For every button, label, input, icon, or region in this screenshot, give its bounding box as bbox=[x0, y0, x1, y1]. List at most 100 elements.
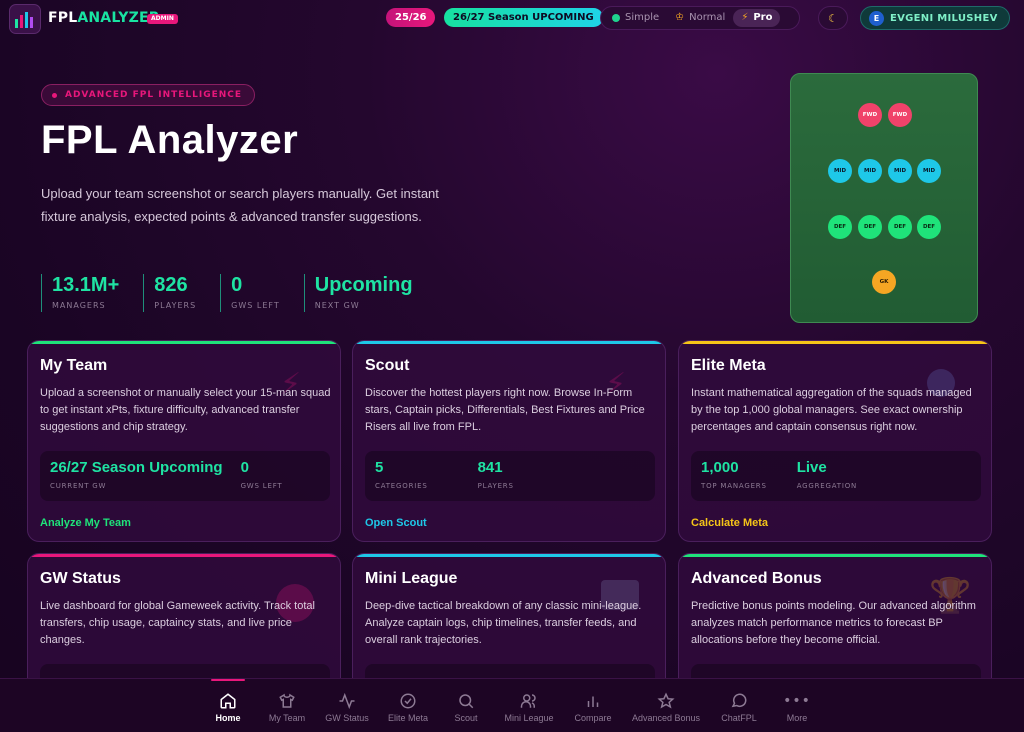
card-accent bbox=[679, 554, 991, 557]
card-description: Live dashboard for global Gameweek activ… bbox=[40, 600, 315, 646]
stat-label: GWS LEFT bbox=[231, 301, 280, 310]
hero-stats: 13.1M+ MANAGERS 826 PLAYERS 0 GWS LEFT U… bbox=[41, 274, 437, 312]
card-description: Predictive bonus points modeling. Our ad… bbox=[691, 600, 976, 646]
card-title: Advanced Bonus bbox=[691, 570, 822, 587]
stat-label: AGGREGATION bbox=[796, 482, 858, 490]
nav-scout[interactable]: Scout bbox=[438, 679, 494, 732]
admin-badge: ADMIN bbox=[147, 14, 178, 24]
stat-value: 841 bbox=[477, 459, 503, 476]
nav-label: Scout bbox=[454, 713, 478, 723]
stat-value: 0 bbox=[231, 274, 243, 296]
nav-label: Compare bbox=[574, 713, 612, 723]
nav-label: More bbox=[786, 713, 808, 723]
card-stat: 26/27 Season Upcoming CURRENT GW bbox=[50, 459, 223, 493]
stat-value: 826 bbox=[154, 274, 188, 296]
stat-value: Live bbox=[796, 459, 827, 476]
player-def[interactable]: DEF bbox=[917, 215, 941, 239]
hero-description: Upload your team screenshot or search pl… bbox=[41, 186, 439, 224]
hero-badge-label: ADVANCED FPL INTELLIGENCE bbox=[65, 90, 243, 100]
bar-chart-icon bbox=[583, 691, 603, 711]
theme-toggle-button[interactable]: ☾ bbox=[818, 6, 848, 30]
user-name: EVGENI MILUSHEV bbox=[890, 12, 998, 24]
top-bar: FPLANALYZER ADMIN 25/26 26/27 Season UPC… bbox=[0, 0, 1024, 36]
player-fwd[interactable]: FWD bbox=[888, 103, 912, 127]
card-accent bbox=[353, 341, 665, 344]
nav-compare[interactable]: Compare bbox=[564, 679, 622, 732]
card-stats: 1,000 TOP MANAGERS Live AGGREGATION bbox=[691, 451, 981, 501]
player-mid[interactable]: MID bbox=[888, 159, 912, 183]
card-accent bbox=[28, 554, 340, 557]
nav-more[interactable]: ••• More bbox=[768, 679, 826, 732]
mode-label: Pro bbox=[753, 12, 773, 23]
card-title: My Team bbox=[40, 357, 108, 374]
stat-label: NEXT GW bbox=[314, 301, 360, 310]
card-accent bbox=[679, 341, 991, 344]
card-stat: 1,000 TOP MANAGERS bbox=[701, 459, 767, 493]
stat-managers: 13.1M+ MANAGERS bbox=[41, 274, 119, 312]
active-indicator bbox=[211, 679, 245, 681]
nav-mini-league[interactable]: Mini League bbox=[494, 679, 564, 732]
card-stat: 841 PLAYERS bbox=[478, 459, 514, 493]
mode-pro[interactable]: ⚡ Pro bbox=[733, 9, 781, 27]
activity-icon bbox=[337, 691, 357, 711]
user-menu[interactable]: E EVGENI MILUSHEV bbox=[860, 6, 1010, 30]
logo-part-1: FPL bbox=[48, 10, 78, 26]
stat-players: 826 PLAYERS bbox=[143, 274, 196, 312]
nav-gw-status[interactable]: GW Status bbox=[316, 679, 378, 732]
card-stat: Live AGGREGATION bbox=[797, 459, 857, 493]
hero-badge: ADVANCED FPL INTELLIGENCE bbox=[41, 84, 256, 106]
card-stats: 5 CATEGORIES 841 PLAYERS bbox=[365, 451, 655, 501]
nav-home[interactable]: Home bbox=[198, 679, 258, 732]
mode-normal[interactable]: ♔ Normal bbox=[667, 9, 733, 27]
player-fwd[interactable]: FWD bbox=[858, 103, 882, 127]
card-description: Instant mathematical aggregation of the … bbox=[691, 387, 972, 433]
moon-icon: ☾ bbox=[828, 11, 838, 25]
logo-icon[interactable] bbox=[9, 4, 41, 34]
nav-elite-meta[interactable]: Elite Meta bbox=[378, 679, 438, 732]
page-title: FPL Analyzer bbox=[41, 118, 299, 162]
nav-chatfpl[interactable]: ChatFPL bbox=[710, 679, 768, 732]
card-description: Upload a screenshot or manually select y… bbox=[40, 387, 331, 433]
star-icon bbox=[656, 691, 676, 711]
nav-label: Elite Meta bbox=[387, 713, 429, 723]
card-elite-meta[interactable]: Elite Meta Instant mathematical aggregat… bbox=[678, 340, 992, 542]
card-title: GW Status bbox=[40, 570, 121, 587]
home-icon bbox=[218, 691, 238, 711]
app-logo-text[interactable]: FPLANALYZER bbox=[48, 10, 160, 26]
analyze-my-team-link[interactable]: Analyze My Team bbox=[40, 517, 131, 529]
player-mid[interactable]: MID bbox=[917, 159, 941, 183]
card-stat: 0 GWS LEFT bbox=[241, 459, 283, 493]
stat-value: 5 bbox=[375, 459, 384, 476]
upcoming-season-pill[interactable]: 26/27 Season UPCOMING bbox=[444, 8, 603, 27]
crown-icon: ♔ bbox=[675, 12, 685, 23]
player-mid[interactable]: MID bbox=[828, 159, 852, 183]
nav-advanced-bonus[interactable]: Advanced Bonus bbox=[622, 679, 710, 732]
player-def[interactable]: DEF bbox=[858, 215, 882, 239]
player-def[interactable]: DEF bbox=[828, 215, 852, 239]
search-icon bbox=[456, 691, 476, 711]
card-my-team[interactable]: ⚡ My Team Upload a screenshot or manuall… bbox=[27, 340, 341, 542]
stat-value: 1,000 bbox=[701, 459, 739, 476]
open-scout-link[interactable]: Open Scout bbox=[365, 517, 427, 529]
calculate-meta-link[interactable]: Calculate Meta bbox=[691, 517, 768, 529]
player-def[interactable]: DEF bbox=[888, 215, 912, 239]
player-mid[interactable]: MID bbox=[858, 159, 882, 183]
nav-label: Home bbox=[215, 713, 241, 723]
card-description: Deep-dive tactical breakdown of any clas… bbox=[365, 600, 642, 646]
stat-value: 0 bbox=[240, 459, 249, 476]
shirt-icon bbox=[277, 691, 297, 711]
card-stats: 26/27 Season Upcoming CURRENT GW 0 GWS L… bbox=[40, 451, 330, 501]
card-title: Scout bbox=[365, 357, 410, 374]
nav-label: My Team bbox=[268, 713, 306, 723]
mode-simple[interactable]: Simple bbox=[604, 9, 667, 27]
bolt-icon: ⚡ bbox=[741, 12, 749, 23]
stat-value: 13.1M+ bbox=[52, 274, 120, 296]
nav-my-team[interactable]: My Team bbox=[258, 679, 316, 732]
card-accent bbox=[353, 554, 665, 557]
stat-label: GWS LEFT bbox=[240, 482, 283, 490]
player-gk[interactable]: GK bbox=[872, 270, 896, 294]
season-pill[interactable]: 25/26 bbox=[386, 8, 436, 27]
card-scout[interactable]: ⚡ Scout Discover the hottest players rig… bbox=[352, 340, 666, 542]
stat-next-gw: Upcoming NEXT GW bbox=[303, 274, 413, 312]
stat-gws-left: 0 GWS LEFT bbox=[220, 274, 280, 312]
